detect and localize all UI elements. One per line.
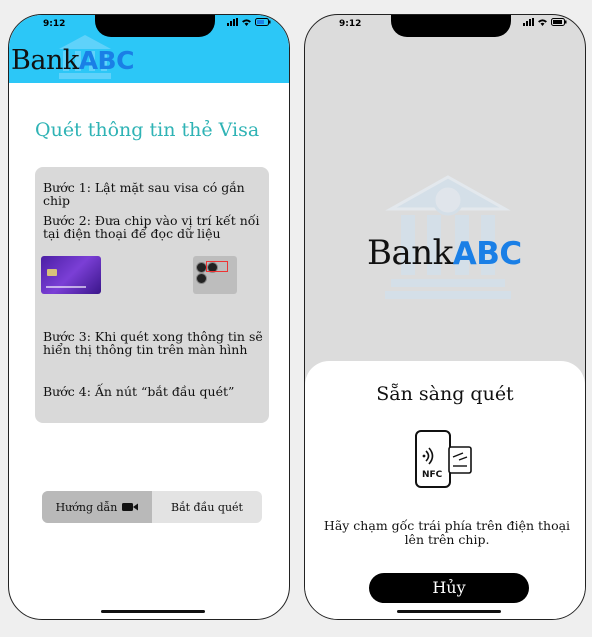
home-indicator [397, 610, 501, 613]
logo-word: Bank [367, 233, 453, 273]
page-title: Quét thông tin thẻ Visa [35, 119, 260, 141]
battery-icon [255, 18, 271, 26]
home-indicator [101, 610, 205, 613]
logo-accent: ABC [78, 46, 135, 75]
logo-word: Bank [11, 45, 79, 76]
battery-icon [551, 18, 567, 26]
nfc-phone-icon: NFC [415, 430, 472, 488]
instructions-panel: Bước 1: Lật mặt sau visa có gắn chip Bướ… [35, 167, 269, 423]
step-2: Bước 2: Đưa chip vào vị trí kết nối tại … [43, 213, 260, 241]
status-time: 9:12 [339, 19, 362, 29]
step-4: Bước 4: Ấn nút “bắt đầu quét” [43, 384, 235, 399]
signal-icon [227, 18, 238, 26]
step-3: Bước 3: Khi quét xong thông tin sẽ hiển … [43, 329, 263, 357]
video-camera-icon [122, 503, 139, 511]
status-time: 9:12 [43, 19, 66, 29]
visa-card-image [41, 256, 101, 294]
signal-icon [523, 18, 534, 26]
wifi-icon [242, 19, 251, 26]
status-icons [523, 18, 567, 26]
sheet-title: Sẵn sàng quét [376, 383, 514, 405]
brand-logo: BankABC [11, 45, 134, 76]
notch [95, 15, 215, 37]
scan-screen: 9:12 BankABC Sẵn sàng quét NFC Hãy chạm … [304, 14, 586, 620]
scan-instruction: Hãy chạm gốc trái phía trên điện thoại l… [323, 518, 571, 547]
tab-guide-label: Hướng dẫn [55, 500, 118, 514]
status-icons [227, 18, 271, 26]
step-1: Bước 1: Lật mặt sau visa có gắn chip [43, 180, 245, 208]
tab-guide[interactable]: Hướng dẫn [42, 491, 152, 523]
phone-camera-image [193, 256, 237, 294]
nfc-label: NFC [422, 470, 443, 480]
brand-logo: BankABC [367, 233, 522, 273]
guide-screen: BankABC 9:12 Quét thông tin thẻ Visa Bướ… [8, 14, 290, 620]
tab-start-scan[interactable]: Bắt đầu quét [152, 491, 262, 523]
logo-accent: ABC [452, 236, 522, 272]
notch [391, 15, 511, 37]
cancel-button[interactable]: Hủy [369, 573, 529, 603]
bottom-tabs: Hướng dẫn Bắt đầu quét [42, 491, 262, 523]
wifi-icon [538, 19, 547, 26]
scan-sheet: Sẵn sàng quét NFC Hãy chạm gốc trái phía… [305, 361, 585, 619]
